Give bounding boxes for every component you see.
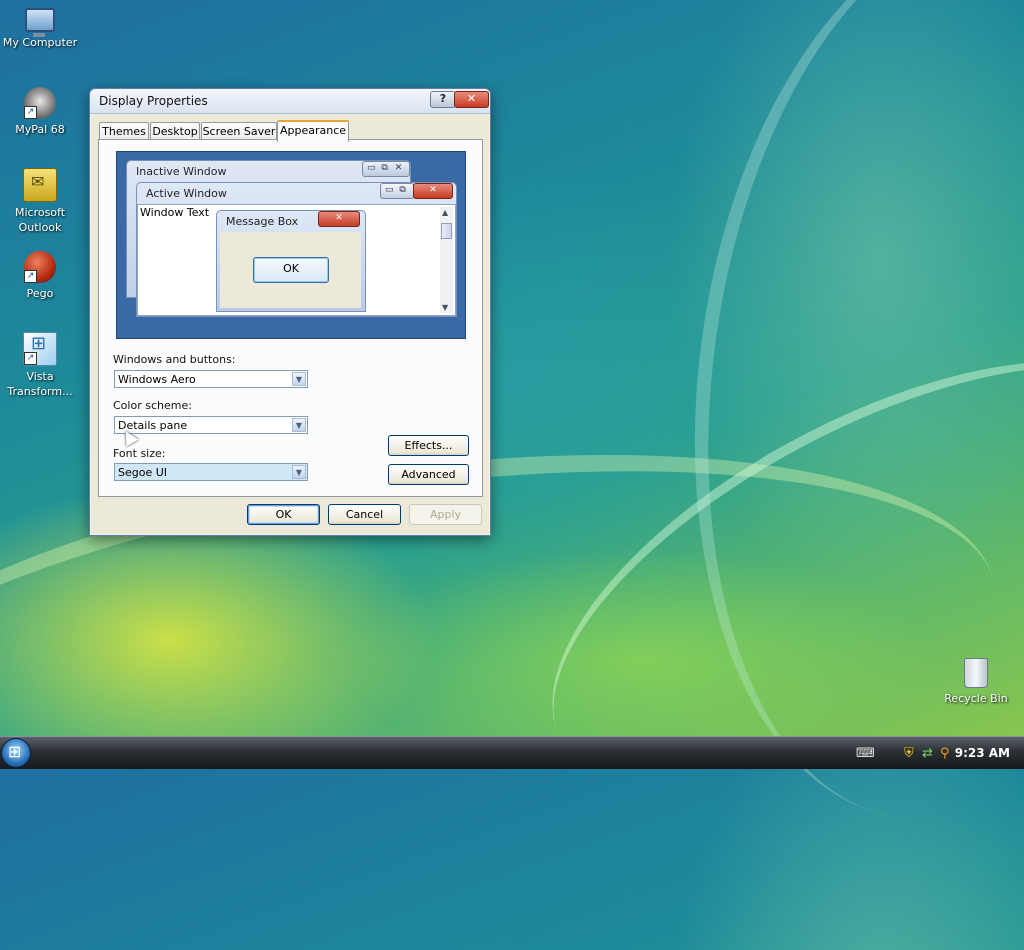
preview-message-body: OK xyxy=(220,232,361,308)
shortcut-arrow-icon: ↗ xyxy=(24,270,37,283)
dialog-titlebar[interactable]: Display Properties ? ✕ xyxy=(90,89,490,114)
tab-appearance[interactable]: Appearance xyxy=(277,120,349,142)
start-button[interactable] xyxy=(1,738,31,768)
preview-scrollbar: ▲ ▼ xyxy=(440,207,453,313)
search-icon[interactable]: ⚲ xyxy=(940,746,950,761)
preview-message-title: Message Box xyxy=(226,215,299,228)
appearance-preview: Inactive Window ▭ ⧉ ✕ Active Window ▭ ⧉ … xyxy=(116,151,466,339)
maximize-icon: ⧉ xyxy=(399,185,406,195)
scroll-down-icon: ▼ xyxy=(442,303,449,312)
preview-window-text: Window Text xyxy=(140,206,210,219)
desktop-icon-pego[interactable]: ↗ Pego xyxy=(0,251,82,301)
help-button[interactable]: ? xyxy=(430,91,456,108)
minimize-icon: ▭ xyxy=(367,163,376,173)
windows-buttons-label: Windows and buttons: xyxy=(113,353,236,366)
recycle-bin-icon xyxy=(964,658,988,688)
tab-screen-saver[interactable]: Screen Saver xyxy=(201,122,277,140)
desktop-icon-label: Recycle Bin xyxy=(944,692,1008,705)
system-tray: ⌨ ⛨ ⇄ ⚲ 9:23 AM xyxy=(854,737,1024,769)
desktop-icon-label: Microsoft Outlook xyxy=(14,206,66,234)
color-scheme-label: Color scheme: xyxy=(113,399,192,412)
desktop-icon-label: My Computer xyxy=(2,36,78,49)
chevron-down-icon[interactable]: ▼ xyxy=(292,465,306,479)
chevron-down-icon[interactable]: ▼ xyxy=(292,418,306,432)
wallpaper-swirl xyxy=(639,0,1024,852)
dialog-title: Display Properties xyxy=(99,94,208,108)
font-size-label: Font size: xyxy=(113,447,166,460)
keyboard-icon[interactable]: ⌨ xyxy=(856,746,875,761)
desktop-icon-vista-transform[interactable]: ↗ Vista Transform... xyxy=(0,332,82,399)
preview-active-close: ✕ xyxy=(413,183,453,199)
display-properties-dialog: Display Properties ? ✕ Themes Desktop Sc… xyxy=(89,88,491,536)
close-icon: ✕ xyxy=(429,185,437,195)
color-scheme-select[interactable]: Details pane ▼ xyxy=(114,416,308,434)
desktop-icon-label: Vista Transform... xyxy=(7,370,73,398)
taskbar-clock[interactable]: 9:23 AM xyxy=(955,746,1010,760)
appearance-panel: Inactive Window ▭ ⧉ ✕ Active Window ▭ ⧉ … xyxy=(98,139,483,497)
desktop-icon-recycle-bin[interactable]: Recycle Bin xyxy=(934,658,1018,706)
cancel-button[interactable]: Cancel xyxy=(328,504,401,525)
minimize-icon: ▭ xyxy=(385,185,394,195)
close-icon: ✕ xyxy=(394,163,403,173)
desktop-icon-outlook[interactable]: Microsoft Outlook xyxy=(0,168,82,235)
apply-button[interactable]: Apply xyxy=(409,504,482,525)
preview-message-close: ✕ xyxy=(318,211,360,227)
computer-icon xyxy=(25,8,55,37)
windows-buttons-value: Windows Aero xyxy=(118,373,196,386)
close-icon: ✕ xyxy=(335,213,343,223)
close-button[interactable]: ✕ xyxy=(454,91,489,108)
advanced-button[interactable]: Advanced xyxy=(388,464,469,485)
tab-desktop[interactable]: Desktop xyxy=(150,122,200,140)
scroll-up-icon: ▲ xyxy=(442,208,449,217)
preview-active-title: Active Window xyxy=(146,187,227,200)
effects-button[interactable]: Effects... xyxy=(388,435,469,456)
preview-ok-button: OK xyxy=(253,257,329,283)
desktop-icon-label: MyPal 68 xyxy=(15,123,65,136)
taskbar: ⌨ ⛨ ⇄ ⚲ 9:23 AM xyxy=(0,736,1024,769)
preview-active-minmax: ▭ ⧉ xyxy=(380,183,414,199)
mypal-browser-icon: ↗ xyxy=(24,87,56,119)
windows-buttons-select[interactable]: Windows Aero ▼ xyxy=(114,370,308,388)
security-shield-icon[interactable]: ⛨ xyxy=(904,746,914,761)
outlook-icon xyxy=(23,168,57,202)
preview-message-box: Message Box ✕ OK xyxy=(216,210,366,312)
font-size-value: Segoe UI xyxy=(118,466,168,479)
pego-icon: ↗ xyxy=(24,251,56,283)
desktop-icon-label: Pego xyxy=(26,287,54,300)
desktop-icon-my-computer[interactable]: My Computer xyxy=(0,4,82,50)
chevron-down-icon[interactable]: ▼ xyxy=(292,372,306,386)
shortcut-arrow-icon: ↗ xyxy=(24,106,37,119)
ok-button[interactable]: OK xyxy=(247,504,320,525)
preview-inactive-controls: ▭ ⧉ ✕ xyxy=(362,161,410,177)
tab-themes[interactable]: Themes xyxy=(99,122,149,140)
maximize-icon: ⧉ xyxy=(381,163,388,173)
preview-inactive-title: Inactive Window xyxy=(136,165,227,178)
font-size-select[interactable]: Segoe UI ▼ xyxy=(114,463,308,481)
desktop-icon-mypal[interactable]: ↗ MyPal 68 xyxy=(0,87,82,137)
shortcut-arrow-icon: ↗ xyxy=(24,352,37,365)
scroll-thumb xyxy=(441,223,452,239)
vista-transformation-icon: ↗ xyxy=(23,332,57,366)
wallpaper-swirl xyxy=(488,273,1024,877)
network-icon[interactable]: ⇄ xyxy=(922,746,933,761)
